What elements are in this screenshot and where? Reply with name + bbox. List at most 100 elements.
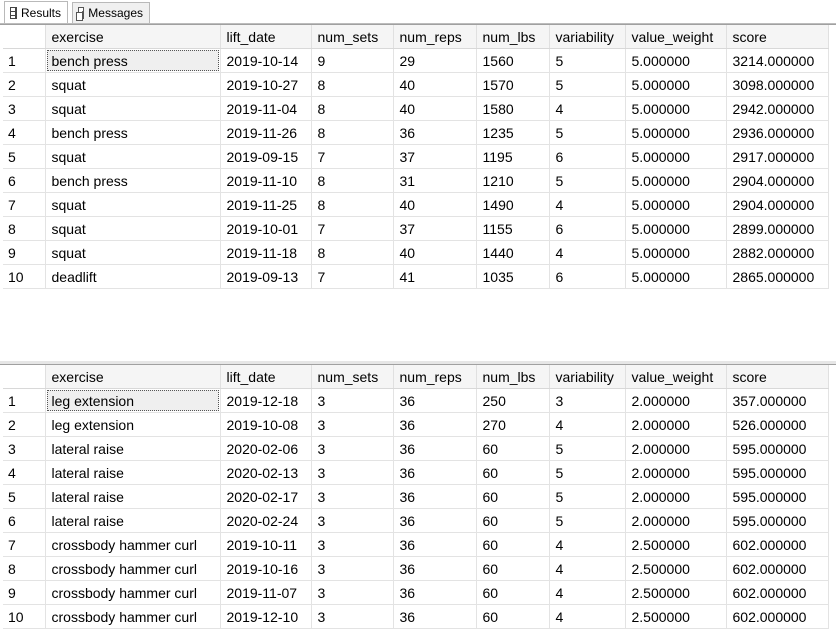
cell-value-weight[interactable]: 2.000000 bbox=[625, 508, 727, 533]
cell-num-reps[interactable]: 40 bbox=[393, 72, 477, 97]
table-row[interactable]: 9 crossbody hammer curl 2019-11-07 3 36 60 4 2.… bbox=[3, 580, 829, 605]
cell-lift-date[interactable]: 2019-09-13 bbox=[220, 264, 312, 289]
row-number-cell[interactable]: 9 bbox=[3, 240, 46, 265]
cell-exercise[interactable]: crossbody hammer curl bbox=[45, 604, 221, 629]
cell-exercise[interactable]: crossbody hammer curl bbox=[45, 580, 221, 605]
cell-score[interactable]: 2904.000000 bbox=[726, 192, 829, 217]
cell-num-reps[interactable]: 40 bbox=[393, 96, 477, 121]
cell-value-weight[interactable]: 2.000000 bbox=[625, 436, 727, 461]
cell-exercise[interactable]: lateral raise bbox=[45, 460, 221, 485]
cell-num-sets[interactable]: 3 bbox=[311, 604, 394, 629]
cell-num-sets[interactable]: 3 bbox=[311, 460, 394, 485]
table-row[interactable]: 3 squat 2019-11-04 8 40 1580 4 5.000000 2942.000… bbox=[3, 96, 829, 121]
column-header-value-weight[interactable]: value_weight bbox=[625, 25, 727, 49]
cell-lift-date[interactable]: 2019-09-15 bbox=[220, 144, 312, 169]
cell-variability[interactable]: 6 bbox=[549, 264, 626, 289]
cell-num-lbs[interactable]: 60 bbox=[476, 580, 550, 605]
table-row[interactable]: 4 lateral raise 2020-02-13 3 36 60 5 2.000000 59… bbox=[3, 460, 829, 485]
cell-value-weight[interactable]: 5.000000 bbox=[625, 96, 727, 121]
cell-num-reps[interactable]: 31 bbox=[393, 168, 477, 193]
table-row[interactable]: 6 lateral raise 2020-02-24 3 36 60 5 2.000000 59… bbox=[3, 508, 829, 533]
cell-num-sets[interactable]: 7 bbox=[311, 144, 394, 169]
cell-lift-date[interactable]: 2019-10-27 bbox=[220, 72, 312, 97]
table-row[interactable]: 6 bench press 2019-11-10 8 31 1210 5 5.000000 29… bbox=[3, 168, 829, 193]
table-row[interactable]: 10 crossbody hammer curl 2019-12-10 3 36 60 4 2… bbox=[3, 604, 829, 629]
cell-score[interactable]: 2882.000000 bbox=[726, 240, 829, 265]
row-number-cell[interactable]: 5 bbox=[3, 484, 46, 509]
cell-value-weight[interactable]: 5.000000 bbox=[625, 216, 727, 241]
column-header-num-reps[interactable]: num_reps bbox=[393, 25, 477, 49]
row-number-cell[interactable]: 3 bbox=[3, 436, 46, 461]
cell-lift-date[interactable]: 2019-12-10 bbox=[220, 604, 312, 629]
cell-lift-date[interactable]: 2020-02-13 bbox=[220, 460, 312, 485]
cell-num-lbs[interactable]: 1210 bbox=[476, 168, 550, 193]
cell-score[interactable]: 595.000000 bbox=[726, 436, 829, 461]
cell-num-sets[interactable]: 3 bbox=[311, 532, 394, 557]
row-number-cell[interactable]: 7 bbox=[3, 532, 46, 557]
column-header-num-lbs[interactable]: num_lbs bbox=[476, 25, 550, 49]
cell-num-lbs[interactable]: 1440 bbox=[476, 240, 550, 265]
cell-value-weight[interactable]: 2.000000 bbox=[625, 460, 727, 485]
cell-value-weight[interactable]: 2.000000 bbox=[625, 484, 727, 509]
cell-value-weight[interactable]: 2.500000 bbox=[625, 556, 727, 581]
cell-score[interactable]: 2865.000000 bbox=[726, 264, 829, 289]
cell-variability[interactable]: 4 bbox=[549, 580, 626, 605]
cell-exercise[interactable]: bench press bbox=[45, 120, 221, 145]
cell-num-lbs[interactable]: 1580 bbox=[476, 96, 550, 121]
cell-num-reps[interactable]: 36 bbox=[393, 604, 477, 629]
cell-num-sets[interactable]: 8 bbox=[311, 120, 394, 145]
results-grid-1[interactable]: exercise lift_date num_sets num_reps num_lbs… bbox=[0, 24, 836, 361]
column-header-score[interactable]: score bbox=[726, 365, 829, 389]
cell-num-sets[interactable]: 9 bbox=[311, 48, 394, 73]
cell-num-reps[interactable]: 36 bbox=[393, 412, 477, 437]
row-number-cell[interactable]: 10 bbox=[3, 604, 46, 629]
cell-value-weight[interactable]: 2.500000 bbox=[625, 532, 727, 557]
table-row[interactable]: 2 leg extension 2019-10-08 3 36 270 4 2.000000 5… bbox=[3, 412, 829, 437]
cell-value-weight[interactable]: 5.000000 bbox=[625, 192, 727, 217]
cell-lift-date[interactable]: 2019-12-18 bbox=[220, 388, 312, 413]
cell-exercise[interactable]: crossbody hammer curl bbox=[45, 556, 221, 581]
cell-score[interactable]: 602.000000 bbox=[726, 580, 829, 605]
table-row[interactable]: 5 lateral raise 2020-02-17 3 36 60 5 2.000000 59… bbox=[3, 484, 829, 509]
cell-score[interactable]: 2917.000000 bbox=[726, 144, 829, 169]
cell-value-weight[interactable]: 5.000000 bbox=[625, 144, 727, 169]
cell-num-lbs[interactable]: 270 bbox=[476, 412, 550, 437]
cell-num-reps[interactable]: 29 bbox=[393, 48, 477, 73]
cell-exercise[interactable]: lateral raise bbox=[45, 436, 221, 461]
cell-variability[interactable]: 4 bbox=[549, 412, 626, 437]
cell-num-sets[interactable]: 3 bbox=[311, 580, 394, 605]
cell-lift-date[interactable]: 2019-11-18 bbox=[220, 240, 312, 265]
cell-variability[interactable]: 4 bbox=[549, 532, 626, 557]
cell-value-weight[interactable]: 5.000000 bbox=[625, 120, 727, 145]
table-row[interactable]: 4 bench press 2019-11-26 8 36 1235 5 5.000000 29… bbox=[3, 120, 829, 145]
cell-variability[interactable]: 3 bbox=[549, 388, 626, 413]
cell-num-sets[interactable]: 8 bbox=[311, 240, 394, 265]
cell-num-sets[interactable]: 3 bbox=[311, 556, 394, 581]
column-header-exercise[interactable]: exercise bbox=[45, 365, 221, 389]
cell-variability[interactable]: 4 bbox=[549, 604, 626, 629]
cell-lift-date[interactable]: 2019-11-04 bbox=[220, 96, 312, 121]
cell-num-reps[interactable]: 36 bbox=[393, 556, 477, 581]
results-grid-2[interactable]: exercise lift_date num_sets num_reps num_lbs… bbox=[0, 364, 836, 644]
cell-num-reps[interactable]: 36 bbox=[393, 388, 477, 413]
cell-num-sets[interactable]: 3 bbox=[311, 436, 394, 461]
row-number-cell[interactable]: 4 bbox=[3, 460, 46, 485]
row-number-cell[interactable]: 2 bbox=[3, 412, 46, 437]
cell-score[interactable]: 595.000000 bbox=[726, 508, 829, 533]
cell-num-lbs[interactable]: 1235 bbox=[476, 120, 550, 145]
cell-variability[interactable]: 5 bbox=[549, 436, 626, 461]
cell-variability[interactable]: 5 bbox=[549, 168, 626, 193]
cell-lift-date[interactable]: 2019-11-25 bbox=[220, 192, 312, 217]
cell-num-lbs[interactable]: 60 bbox=[476, 484, 550, 509]
cell-num-reps[interactable]: 36 bbox=[393, 460, 477, 485]
cell-score[interactable]: 2904.000000 bbox=[726, 168, 829, 193]
cell-lift-date[interactable]: 2019-11-07 bbox=[220, 580, 312, 605]
cell-num-sets[interactable]: 8 bbox=[311, 192, 394, 217]
cell-lift-date[interactable]: 2019-10-14 bbox=[220, 48, 312, 73]
row-number-cell[interactable]: 7 bbox=[3, 192, 46, 217]
cell-exercise[interactable]: squat bbox=[45, 144, 221, 169]
cell-num-reps[interactable]: 41 bbox=[393, 264, 477, 289]
row-number-cell[interactable]: 9 bbox=[3, 580, 46, 605]
cell-variability[interactable]: 5 bbox=[549, 120, 626, 145]
cell-lift-date[interactable]: 2020-02-24 bbox=[220, 508, 312, 533]
